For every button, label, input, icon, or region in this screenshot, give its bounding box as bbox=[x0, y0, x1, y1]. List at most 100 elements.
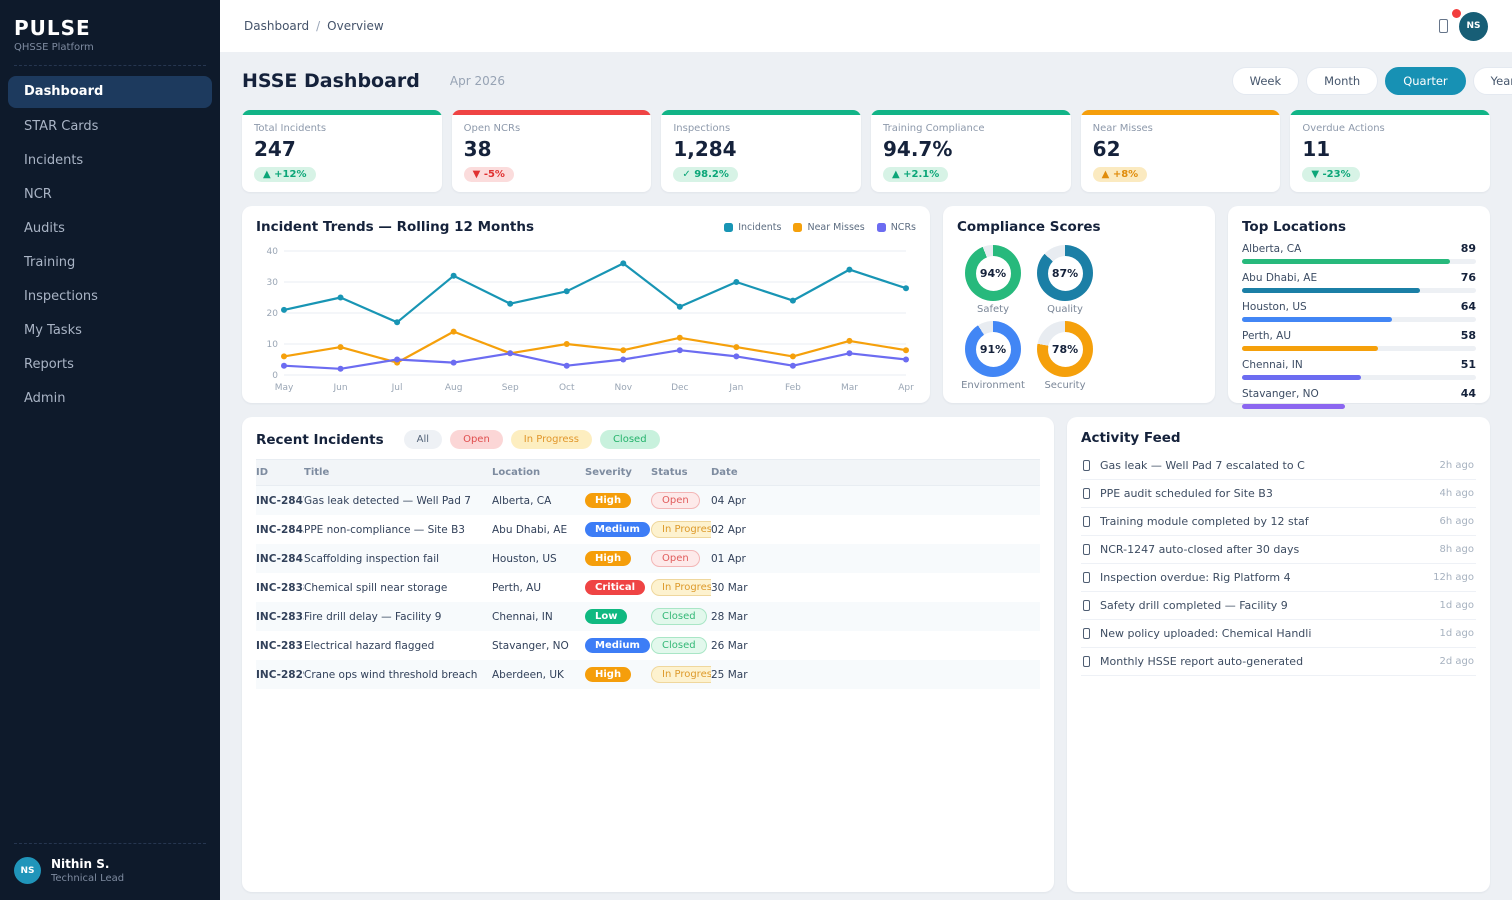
location-row-chennai-in: Chennai, IN51 bbox=[1242, 358, 1476, 380]
svg-text:30: 30 bbox=[267, 278, 279, 288]
sidebar-item-training[interactable]: Training bbox=[8, 248, 212, 278]
column-header-date: Date bbox=[711, 460, 1040, 486]
kpi-card-inspections: Inspections1,284✓ 98.2% bbox=[661, 110, 861, 192]
activity-item[interactable]: NCR-1247 auto-closed after 30 days8h ago bbox=[1081, 536, 1476, 564]
location-bar-fill bbox=[1242, 288, 1420, 293]
sidebar-user[interactable]: NS Nithin S. Technical Lead bbox=[14, 843, 206, 900]
activity-item[interactable]: Gas leak — Well Pad 7 escalated to C2h a… bbox=[1081, 452, 1476, 480]
incident-title: Electrical hazard flagged bbox=[304, 631, 492, 660]
kpi-delta-badge: ▼ -23% bbox=[1302, 167, 1359, 182]
legend-label: Incidents bbox=[738, 222, 781, 233]
sidebar-item-admin[interactable]: Admin bbox=[8, 384, 212, 414]
svg-text:Feb: Feb bbox=[785, 383, 801, 393]
svg-text:May: May bbox=[275, 383, 294, 393]
activity-time: 4h ago bbox=[1440, 488, 1474, 499]
incident-id-link[interactable]: INC-2831 bbox=[256, 631, 304, 660]
range-week[interactable]: Week bbox=[1232, 67, 1300, 95]
incident-location: Perth, AU bbox=[492, 573, 585, 602]
sidebar-item-inspections[interactable]: Inspections bbox=[8, 282, 212, 312]
topbar-avatar-wrap: NS bbox=[1459, 12, 1488, 41]
donut-ring: 91% bbox=[965, 321, 1021, 377]
sidebar-item-ncr[interactable]: NCR bbox=[8, 180, 212, 210]
range-month[interactable]: Month bbox=[1306, 67, 1378, 95]
compliance-donut-safety: 94%Safety bbox=[957, 245, 1029, 315]
incident-id-link[interactable]: INC-2835 bbox=[256, 602, 304, 631]
activity-icon bbox=[1083, 572, 1090, 583]
location-name: Stavanger, NO bbox=[1242, 388, 1319, 400]
sidebar-item-dashboard[interactable]: Dashboard bbox=[8, 76, 212, 108]
incident-row[interactable]: INC-2847Gas leak detected — Well Pad 7Al… bbox=[256, 486, 1040, 516]
incident-row[interactable]: INC-2835Fire drill delay — Facility 9Che… bbox=[256, 602, 1040, 631]
severity-badge: Low bbox=[585, 609, 627, 624]
incident-title: Gas leak detected — Well Pad 7 bbox=[304, 486, 492, 516]
activity-text: Inspection overdue: Rig Platform 4 bbox=[1100, 571, 1423, 584]
svg-text:0: 0 bbox=[272, 371, 278, 381]
sidebar-item-reports[interactable]: Reports bbox=[8, 350, 212, 380]
sidebar-item-incidents[interactable]: Incidents bbox=[8, 146, 212, 176]
incident-id-link[interactable]: INC-2847 bbox=[256, 486, 304, 516]
sidebar-item-my-tasks[interactable]: My Tasks bbox=[8, 316, 212, 346]
location-bar-track bbox=[1242, 259, 1476, 264]
incident-id-link[interactable]: INC-2829 bbox=[256, 660, 304, 689]
incident-date: 25 Mar bbox=[711, 660, 1040, 689]
bell-icon[interactable] bbox=[1439, 19, 1448, 33]
incident-location: Alberta, CA bbox=[492, 486, 585, 516]
location-bar-track bbox=[1242, 346, 1476, 351]
topbar: Dashboard / Overview NS bbox=[220, 0, 1512, 52]
svg-text:Jan: Jan bbox=[728, 383, 743, 393]
svg-text:Sep: Sep bbox=[502, 383, 519, 393]
range-year[interactable]: Year bbox=[1473, 67, 1512, 95]
incident-row[interactable]: INC-2829Crane ops wind threshold breachA… bbox=[256, 660, 1040, 689]
filter-chip-all[interactable]: All bbox=[404, 430, 442, 449]
column-header-status: Status bbox=[651, 460, 711, 486]
kpi-delta-badge: ▲ +8% bbox=[1093, 167, 1148, 182]
incidents-title: Recent Incidents bbox=[256, 432, 384, 448]
kpi-delta-badge: ▼ -5% bbox=[464, 167, 514, 182]
trend-line-chart: 010203040MayJunJulAugSepOctNovDecJanFebM… bbox=[256, 235, 916, 397]
activity-icon bbox=[1083, 516, 1090, 527]
location-bar-fill bbox=[1242, 375, 1361, 380]
donut-grid: 94%Safety87%Quality91%Environment78%Secu… bbox=[957, 245, 1201, 391]
severity-badge: Critical bbox=[585, 580, 645, 595]
range-quarter[interactable]: Quarter bbox=[1385, 67, 1465, 95]
incident-row[interactable]: INC-2831Electrical hazard flaggedStavang… bbox=[256, 631, 1040, 660]
severity-badge: High bbox=[585, 493, 631, 508]
activity-item[interactable]: New policy uploaded: Chemical Handli1d a… bbox=[1081, 620, 1476, 648]
breadcrumb-dashboard[interactable]: Dashboard bbox=[244, 19, 309, 33]
legend-incidents: Incidents bbox=[724, 222, 781, 233]
filter-chip-in-progress[interactable]: In Progress bbox=[511, 430, 592, 449]
kpi-delta-badge: ✓ 98.2% bbox=[673, 167, 738, 182]
status-badge: Closed bbox=[651, 637, 707, 654]
activity-item[interactable]: Inspection overdue: Rig Platform 412h ag… bbox=[1081, 564, 1476, 592]
activity-item[interactable]: Safety drill completed — Facility 91d ag… bbox=[1081, 592, 1476, 620]
incident-table: IDTitleLocationSeverityStatusDateINC-284… bbox=[256, 459, 1040, 689]
sidebar-item-audits[interactable]: Audits bbox=[8, 214, 212, 244]
topbar-avatar[interactable]: NS bbox=[1459, 12, 1488, 41]
kpi-value: 1,284 bbox=[673, 137, 849, 161]
location-bar-track bbox=[1242, 288, 1476, 293]
incident-title: PPE non-compliance — Site B3 bbox=[304, 515, 492, 544]
activity-item[interactable]: Monthly HSSE report auto-generated2d ago bbox=[1081, 648, 1476, 676]
incident-row[interactable]: INC-2841Scaffolding inspection failHoust… bbox=[256, 544, 1040, 573]
incident-id-link[interactable]: INC-2843 bbox=[256, 515, 304, 544]
breadcrumb-separator: / bbox=[316, 19, 320, 33]
sidebar-item-star-cards[interactable]: STAR Cards bbox=[8, 112, 212, 142]
activity-item[interactable]: PPE audit scheduled for Site B34h ago bbox=[1081, 480, 1476, 508]
incident-id-link[interactable]: INC-2841 bbox=[256, 544, 304, 573]
donut-value: 78% bbox=[1048, 332, 1083, 367]
location-name: Perth, AU bbox=[1242, 330, 1291, 342]
location-name: Houston, US bbox=[1242, 301, 1307, 313]
activity-item[interactable]: Training module completed by 12 staf6h a… bbox=[1081, 508, 1476, 536]
kpi-card-open-ncrs: Open NCRs38▼ -5% bbox=[452, 110, 652, 192]
kpi-label: Overdue Actions bbox=[1302, 123, 1478, 134]
filter-chip-open[interactable]: Open bbox=[450, 430, 503, 449]
status-badge: Open bbox=[651, 492, 700, 509]
donut-label: Environment bbox=[961, 380, 1025, 391]
incident-row[interactable]: INC-2843PPE non-compliance — Site B3Abu … bbox=[256, 515, 1040, 544]
location-row-perth-au: Perth, AU58 bbox=[1242, 329, 1476, 351]
filter-chip-closed[interactable]: Closed bbox=[600, 430, 660, 449]
trends-title: Incident Trends — Rolling 12 Months bbox=[256, 219, 534, 235]
incident-id-link[interactable]: INC-2838 bbox=[256, 573, 304, 602]
compliance-panel: Compliance Scores 94%Safety87%Quality91%… bbox=[943, 206, 1215, 403]
incident-row[interactable]: INC-2838Chemical spill near storagePerth… bbox=[256, 573, 1040, 602]
